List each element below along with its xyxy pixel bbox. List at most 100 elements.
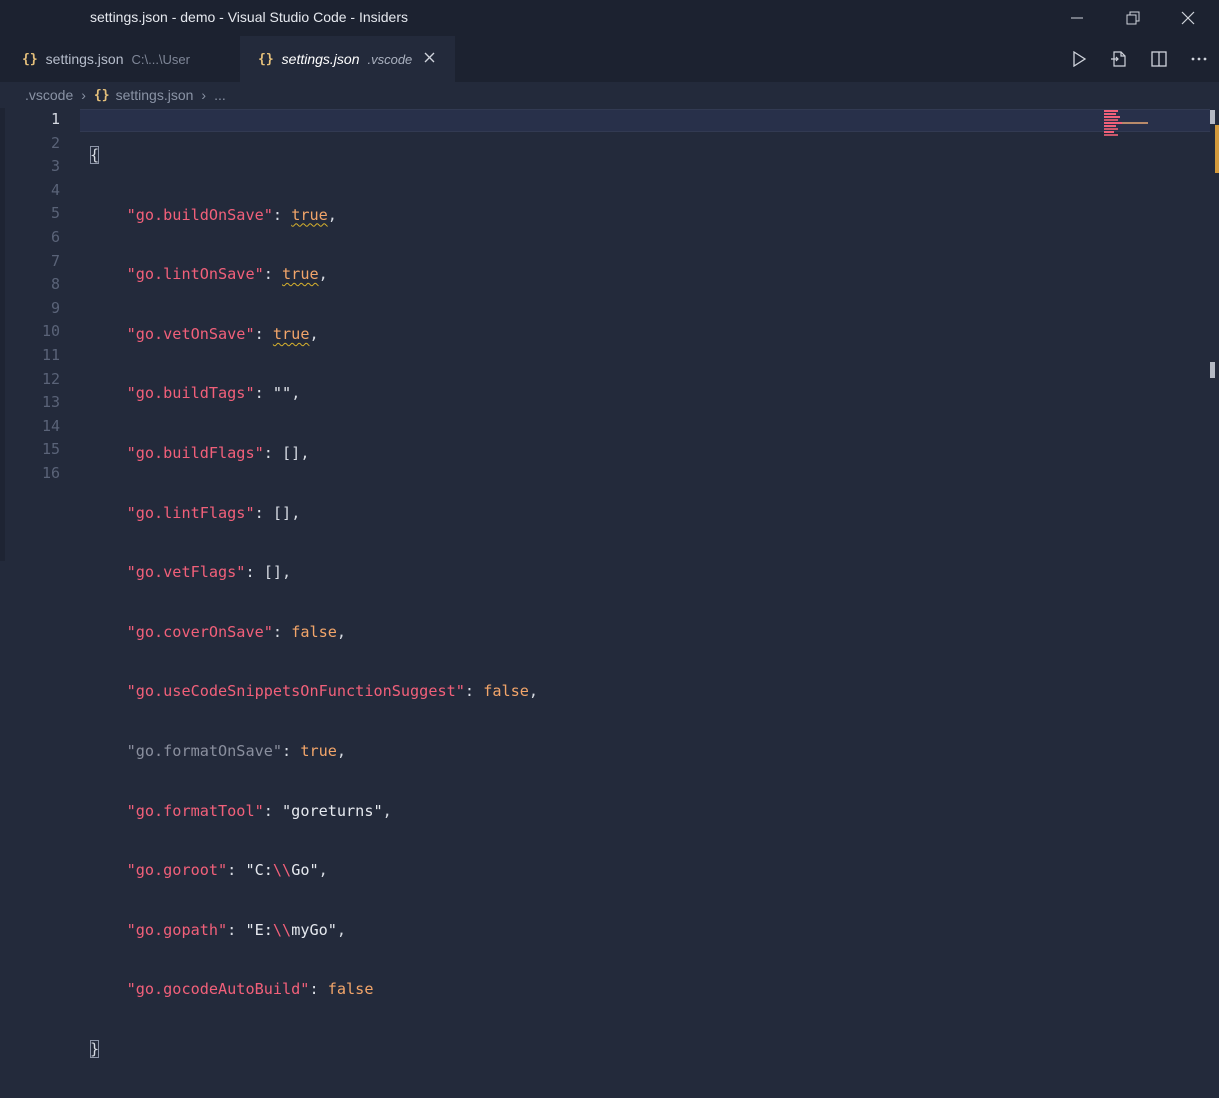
minimize-icon	[1071, 17, 1083, 19]
json-value: true	[272, 324, 310, 343]
line-number: 3	[50, 157, 60, 176]
code-line: "go.coverOnSave": false,	[126, 622, 347, 641]
code-line: "go.lintFlags": [],	[126, 503, 301, 522]
json-value: false	[483, 682, 529, 701]
code-content[interactable]: { "go.buildOnSave": true, "go.lintOnSave…	[90, 108, 538, 1098]
tab-close-icon[interactable]	[424, 50, 435, 68]
open-settings-json-button[interactable]	[1099, 36, 1139, 82]
code-line: "go.formatOnSave": true,	[126, 741, 347, 760]
close-window-button[interactable]	[1165, 0, 1211, 36]
json-key: "go.lintFlags"	[126, 503, 255, 522]
minimap[interactable]	[1100, 108, 1160, 148]
json-value: []	[272, 503, 292, 522]
breadcrumb: .vscode › {} settings.json › ...	[0, 82, 1219, 108]
line-number: 7	[50, 251, 60, 270]
json-value: true	[282, 265, 319, 284]
code-line: {	[90, 144, 538, 168]
scrollbar-marker	[1210, 110, 1215, 124]
chevron-right-icon: ›	[201, 87, 207, 103]
editor-actions	[1059, 36, 1219, 82]
code-line: }	[90, 1038, 538, 1062]
json-key: "go.lintOnSave"	[126, 265, 264, 284]
vertical-scrollbar[interactable]	[1210, 108, 1219, 561]
breadcrumb-folder[interactable]: .vscode	[25, 87, 73, 103]
line-number: 5	[50, 204, 60, 223]
code-line: "go.lintOnSave": true,	[126, 265, 328, 284]
line-number-gutter: 1 2 3 4 5 6 7 8 9 10 11 12 13 14 15 16	[0, 108, 60, 486]
open-brace: {	[90, 146, 100, 164]
json-key: "go.gocodeAutoBuild"	[126, 980, 310, 999]
code-editor[interactable]: 1 2 3 4 5 6 7 8 9 10 11 12 13 14 15 16 {…	[0, 108, 1219, 1058]
json-key: "go.goroot"	[126, 861, 228, 880]
json-value: []	[282, 443, 301, 462]
json-value: "E:	[245, 920, 273, 939]
json-key: "go.buildFlags"	[126, 443, 264, 462]
close-brace: }	[90, 1039, 100, 1058]
line-number: 8	[50, 275, 60, 294]
tab-workspace-settings[interactable]: {} settings.json .vscode	[240, 36, 455, 82]
code-line: "go.formatTool": "goreturns",	[126, 801, 392, 820]
json-value: ""	[272, 384, 292, 403]
tab-description: C:\...\User	[131, 51, 190, 67]
json-key: "go.vetFlags"	[126, 563, 246, 582]
escape-sequence: \\	[272, 920, 292, 939]
json-key: "go.formatTool"	[126, 801, 264, 820]
line-number: 12	[41, 369, 60, 388]
code-line: "go.vetFlags": [],	[126, 563, 292, 582]
split-editor-button[interactable]	[1139, 36, 1179, 82]
line-number: 9	[50, 298, 60, 317]
json-key: "go.vetOnSave"	[126, 324, 255, 343]
restore-button[interactable]	[1110, 0, 1156, 36]
json-key: "go.coverOnSave"	[126, 622, 273, 641]
json-file-icon: {}	[22, 51, 38, 67]
code-line: "go.buildFlags": [],	[126, 443, 310, 462]
line-number: 10	[41, 322, 60, 341]
restore-icon	[1126, 11, 1140, 25]
json-value: "goreturns"	[282, 801, 383, 820]
line-number: 2	[50, 133, 60, 152]
breadcrumb-symbols[interactable]: ...	[214, 87, 226, 103]
json-key: "go.useCodeSnippetsOnFunctionSuggest"	[126, 682, 465, 701]
close-icon	[1181, 11, 1195, 25]
breadcrumb-file[interactable]: settings.json	[116, 87, 194, 103]
json-key: "go.buildTags"	[126, 384, 255, 403]
split-editor-icon	[1151, 51, 1167, 67]
line-number: 15	[41, 440, 60, 459]
json-file-icon: {}	[93, 87, 110, 103]
json-key: "go.formatOnSave"	[126, 741, 283, 760]
title-bar: settings.json - demo - Visual Studio Cod…	[0, 0, 1219, 36]
json-value: "C:	[245, 861, 273, 880]
tab-description: .vscode	[367, 51, 413, 67]
line-number: 11	[41, 345, 60, 364]
json-file-icon: {}	[258, 51, 274, 67]
code-line: "go.buildTags": "",	[126, 384, 301, 403]
json-value: true	[291, 205, 328, 224]
tab-label: settings.json	[45, 51, 124, 67]
more-actions-button[interactable]	[1179, 36, 1219, 82]
code-line: "go.useCodeSnippetsOnFunctionSuggest": f…	[126, 682, 539, 701]
escape-sequence: \\	[272, 861, 292, 880]
tab-bar: {} settings.json C:\...\User {} settings…	[0, 36, 1219, 82]
json-value: false	[327, 980, 374, 999]
go-to-file-icon	[1111, 51, 1126, 67]
minimize-button[interactable]	[1054, 0, 1100, 36]
json-value: true	[300, 741, 337, 760]
code-line: "go.goroot": "C:\\Go",	[126, 861, 328, 880]
json-value: []	[263, 563, 283, 582]
line-number: 14	[41, 416, 60, 435]
code-line: "go.gocodeAutoBuild": false	[126, 980, 374, 999]
json-key: "go.buildOnSave"	[126, 205, 273, 224]
json-key: "go.gopath"	[126, 920, 228, 939]
scrollbar-marker	[1210, 362, 1215, 378]
run-button[interactable]	[1059, 36, 1099, 82]
window-title: settings.json - demo - Visual Studio Cod…	[90, 9, 409, 25]
line-number: 16	[41, 463, 60, 482]
chevron-right-icon: ›	[81, 87, 86, 103]
line-number: 4	[50, 180, 60, 199]
line-number: 13	[41, 393, 60, 412]
play-icon	[1073, 51, 1087, 67]
tab-label: settings.json	[281, 51, 360, 67]
ellipsis-icon	[1191, 57, 1207, 61]
code-line: "go.vetOnSave": true,	[126, 324, 319, 343]
tab-user-settings[interactable]: {} settings.json C:\...\User	[0, 36, 240, 82]
